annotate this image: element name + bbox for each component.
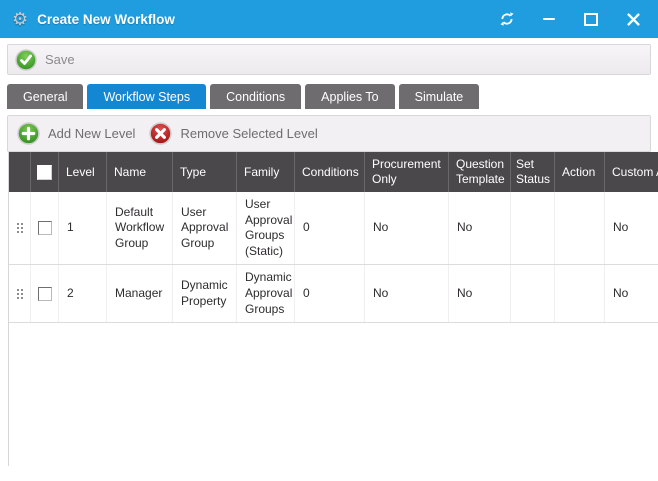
header-select-all-cell — [31, 152, 59, 192]
tab-strip: General Workflow Steps Conditions Applie… — [7, 84, 658, 109]
grid-header-row: Level Name Type Family Conditions Procur… — [9, 152, 658, 192]
maximize-button[interactable] — [582, 10, 600, 28]
table-row[interactable]: 2 Manager Dynamic Property Dynamic Appro… — [9, 265, 658, 323]
drag-handle-icon[interactable] — [17, 223, 23, 233]
cell-custom-action: No — [605, 192, 658, 264]
refresh-button[interactable] — [498, 10, 516, 28]
level-toolbar: Add New Level Remove Selected Level — [7, 115, 651, 152]
add-icon — [17, 122, 40, 145]
tab-workflow-steps[interactable]: Workflow Steps — [87, 84, 206, 109]
column-header-family[interactable]: Family — [237, 152, 295, 192]
cell-conditions: 0 — [295, 265, 365, 322]
save-icon — [15, 49, 37, 71]
save-button[interactable]: Save — [15, 49, 75, 71]
cell-name: Default Workflow Group — [107, 192, 173, 264]
header-drag-spacer — [9, 152, 31, 192]
column-header-set-status[interactable]: Set Status — [511, 152, 555, 192]
cell-action — [555, 192, 605, 264]
tab-simulate[interactable]: Simulate — [399, 84, 480, 109]
cell-drag — [9, 265, 31, 322]
window-controls — [498, 10, 642, 28]
column-header-procurement-only[interactable]: Procurement Only — [365, 152, 449, 192]
remove-selected-level-label: Remove Selected Level — [180, 126, 317, 141]
cell-level: 2 — [59, 265, 107, 322]
gear-icon: ⚙ — [12, 10, 28, 28]
cell-name: Manager — [107, 265, 173, 322]
add-new-level-label: Add New Level — [48, 126, 135, 141]
row-checkbox[interactable] — [38, 287, 52, 301]
window-title: Create New Workflow — [37, 12, 175, 27]
cell-set-status — [511, 265, 555, 322]
cell-drag — [9, 192, 31, 264]
row-checkbox[interactable] — [38, 221, 52, 235]
refresh-icon — [499, 11, 515, 27]
drag-handle-icon[interactable] — [17, 289, 23, 299]
minimize-button[interactable] — [540, 10, 558, 28]
cell-question-template: No — [449, 192, 511, 264]
cell-type: User Approval Group — [173, 192, 237, 264]
table-row[interactable]: 1 Default Workflow Group User Approval G… — [9, 192, 658, 265]
cell-type: Dynamic Property — [173, 265, 237, 322]
save-label: Save — [45, 52, 75, 67]
cell-question-template: No — [449, 265, 511, 322]
tab-applies-to[interactable]: Applies To — [305, 84, 394, 109]
workflow-steps-grid: Level Name Type Family Conditions Procur… — [8, 152, 658, 466]
remove-selected-level-button[interactable]: Remove Selected Level — [149, 122, 317, 145]
cell-procurement-only: No — [365, 265, 449, 322]
column-header-custom-action[interactable]: Custom Action — [605, 152, 658, 192]
remove-icon — [149, 122, 172, 145]
titlebar: ⚙ Create New Workflow — [0, 0, 658, 38]
column-header-type[interactable]: Type — [173, 152, 237, 192]
column-header-conditions[interactable]: Conditions — [295, 152, 365, 192]
cell-conditions: 0 — [295, 192, 365, 264]
cell-family: Dynamic Approval Groups — [237, 265, 295, 322]
add-new-level-button[interactable]: Add New Level — [17, 122, 135, 145]
close-button[interactable] — [624, 10, 642, 28]
column-header-name[interactable]: Name — [107, 152, 173, 192]
column-header-action[interactable]: Action — [555, 152, 605, 192]
cell-custom-action: No — [605, 265, 658, 322]
close-icon — [627, 13, 640, 26]
save-toolbar: Save — [7, 44, 651, 75]
cell-select — [31, 192, 59, 264]
tab-conditions[interactable]: Conditions — [210, 84, 301, 109]
column-header-level[interactable]: Level — [59, 152, 107, 192]
cell-procurement-only: No — [365, 192, 449, 264]
cell-select — [31, 265, 59, 322]
maximize-icon — [584, 13, 598, 26]
cell-family: User Approval Groups (Static) — [237, 192, 295, 264]
cell-action — [555, 265, 605, 322]
select-all-checkbox[interactable] — [37, 165, 52, 180]
minimize-icon — [543, 18, 555, 21]
tab-general[interactable]: General — [7, 84, 83, 109]
cell-level: 1 — [59, 192, 107, 264]
column-header-question-template[interactable]: Question Template — [449, 152, 511, 192]
cell-set-status — [511, 192, 555, 264]
